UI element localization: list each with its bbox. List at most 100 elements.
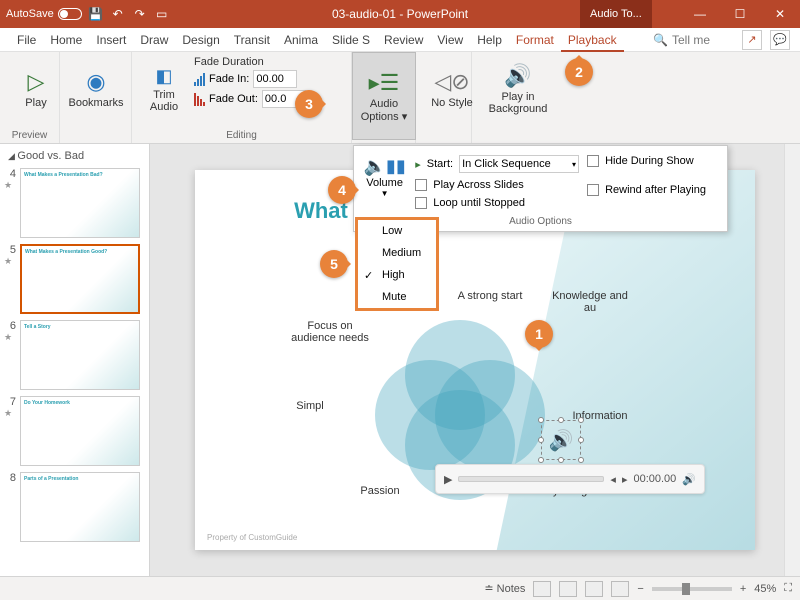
play-across-checkbox[interactable] [415, 179, 427, 191]
volume-icon: 🔈▮▮ [364, 156, 406, 177]
diagram-text: A strong start [445, 290, 535, 302]
callout-5: 5 [320, 250, 348, 278]
slide-thumb-5[interactable]: What Makes a Presentation Good? [20, 244, 140, 314]
tell-me-label: Tell me [672, 33, 710, 47]
animation-star-icon: ★ [4, 256, 16, 267]
sorter-view-button[interactable] [559, 581, 577, 597]
maximize-button[interactable]: ☐ [720, 0, 760, 28]
vertical-scrollbar[interactable] [784, 144, 800, 576]
player-volume-icon[interactable]: 🔊 [682, 473, 696, 486]
animation-star-icon: ★ [4, 180, 16, 191]
reading-view-button[interactable] [585, 581, 603, 597]
tab-file[interactable]: File [10, 28, 43, 52]
zoom-slider[interactable] [652, 587, 732, 591]
minimize-button[interactable]: — [680, 0, 720, 28]
no-style-label: No Style [431, 97, 473, 109]
tab-playback[interactable]: Playback [561, 28, 624, 52]
diagram-text: Focus on audience needs [285, 320, 375, 344]
audio-object[interactable]: 🔊 ▶ ◂ ▸ 00:00.00 🔊 [525, 420, 705, 494]
thumb-number: 4 [4, 168, 16, 180]
zoom-in-button[interactable]: + [740, 583, 746, 595]
comments-button[interactable]: 💬 [770, 30, 790, 50]
tab-format[interactable]: Format [509, 28, 561, 52]
close-button[interactable]: ✕ [760, 0, 800, 28]
callout-4: 4 [328, 176, 356, 204]
share-button[interactable]: ↗ [742, 30, 762, 50]
tab-animations[interactable]: Anima [277, 28, 325, 52]
fade-duration-label: Fade Duration [194, 56, 306, 68]
chevron-down-icon: ▾ [572, 160, 576, 169]
autosave-toggle[interactable]: AutoSave [6, 8, 82, 20]
undo-icon[interactable]: ↶ [110, 6, 126, 22]
rewind-checkbox[interactable] [587, 184, 599, 196]
tab-home[interactable]: Home [43, 28, 89, 52]
play-label: Play [25, 97, 46, 109]
tab-insert[interactable]: Insert [89, 28, 133, 52]
tab-review[interactable]: Review [377, 28, 430, 52]
audio-options-button[interactable]: ▸☰ Audio Options ▾ [352, 52, 416, 140]
start-value: In Click Sequence [462, 158, 551, 170]
player-track[interactable] [458, 476, 604, 482]
fade-out-icon [194, 93, 205, 106]
ribbon-playback: ▷ Play Preview ◉ Bookmarks ◧ Trim Audio … [0, 52, 800, 144]
volume-medium[interactable]: Medium [358, 242, 436, 264]
outline-section-title[interactable]: Good vs. Bad [4, 148, 145, 168]
zoom-out-button[interactable]: − [637, 583, 643, 595]
start-slideshow-icon[interactable]: ▭ [154, 6, 170, 22]
slide-thumb-6[interactable]: Tell a Story [20, 320, 140, 390]
callout-3: 3 [295, 90, 323, 118]
loop-checkbox[interactable] [415, 197, 427, 209]
loop-label: Loop until Stopped [433, 197, 525, 209]
start-icon: ▸ [415, 158, 421, 171]
play-in-background-button[interactable]: 🔊 Play in Background [480, 56, 556, 122]
save-icon[interactable]: 💾 [88, 6, 104, 22]
slide-thumb-8[interactable]: Parts of a Presentation [20, 472, 140, 542]
slide-thumbnails-panel[interactable]: Good vs. Bad 4★What Makes a Presentation… [0, 144, 150, 576]
audio-player: ▶ ◂ ▸ 00:00.00 🔊 [435, 464, 705, 494]
slide-thumb-4[interactable]: What Makes a Presentation Bad? [20, 168, 140, 238]
play-preview-button[interactable]: ▷ Play [8, 56, 64, 122]
normal-view-button[interactable] [533, 581, 551, 597]
fit-to-window-button[interactable]: ⛶ [784, 582, 792, 595]
tell-me-search[interactable]: 🔍 Tell me [653, 33, 710, 47]
animation-star-icon: ★ [4, 332, 16, 343]
tab-help[interactable]: Help [470, 28, 509, 52]
volume-label: Volume [366, 177, 403, 189]
autosave-switch[interactable] [58, 8, 82, 20]
ribbon-tabs: File Home Insert Draw Design Transit Ani… [0, 28, 800, 52]
tab-view[interactable]: View [430, 28, 470, 52]
speaker-icon[interactable]: 🔊 [541, 420, 581, 460]
redo-icon[interactable]: ↷ [132, 6, 148, 22]
zoom-level: 45% [754, 583, 776, 595]
play-icon: ▷ [28, 69, 45, 95]
tab-slideshow[interactable]: Slide S [325, 28, 377, 52]
slide-thumb-7[interactable]: Do Your Homework [20, 396, 140, 466]
bookmarks-button[interactable]: ◉ Bookmarks [68, 56, 124, 122]
play-bg-label: Play in Background [480, 91, 556, 115]
trim-audio-button[interactable]: ◧ Trim Audio [140, 56, 188, 122]
callout-1: 1 [525, 320, 553, 348]
volume-high[interactable]: High [358, 264, 436, 286]
thumb-number: 8 [4, 472, 16, 484]
tab-transitions[interactable]: Transit [227, 28, 277, 52]
volume-low[interactable]: Low [358, 220, 436, 242]
search-icon: 🔍 [653, 33, 668, 47]
volume-mute[interactable]: Mute [358, 286, 436, 308]
document-title: 03-audio-01 - PowerPoint [332, 7, 468, 21]
tab-design[interactable]: Design [175, 28, 226, 52]
chevron-down-icon: ▼ [381, 189, 389, 198]
tab-draw[interactable]: Draw [133, 28, 175, 52]
start-label: Start: [427, 158, 453, 170]
player-play-button[interactable]: ▶ [444, 473, 452, 486]
hide-checkbox[interactable] [587, 155, 599, 167]
player-next-button[interactable]: ▸ [622, 473, 628, 486]
volume-dropdown: Low Medium High Mute [355, 217, 439, 311]
player-prev-button[interactable]: ◂ [610, 473, 616, 486]
notes-button[interactable]: ≐ Notes [484, 582, 525, 595]
group-preview-label: Preview [8, 128, 51, 141]
trim-icon: ◧ [155, 66, 172, 87]
slideshow-view-button[interactable] [611, 581, 629, 597]
volume-button[interactable]: 🔈▮▮ Volume ▼ [362, 152, 407, 212]
start-select[interactable]: In Click Sequence ▾ [459, 155, 579, 173]
fade-in-input[interactable] [253, 70, 297, 88]
